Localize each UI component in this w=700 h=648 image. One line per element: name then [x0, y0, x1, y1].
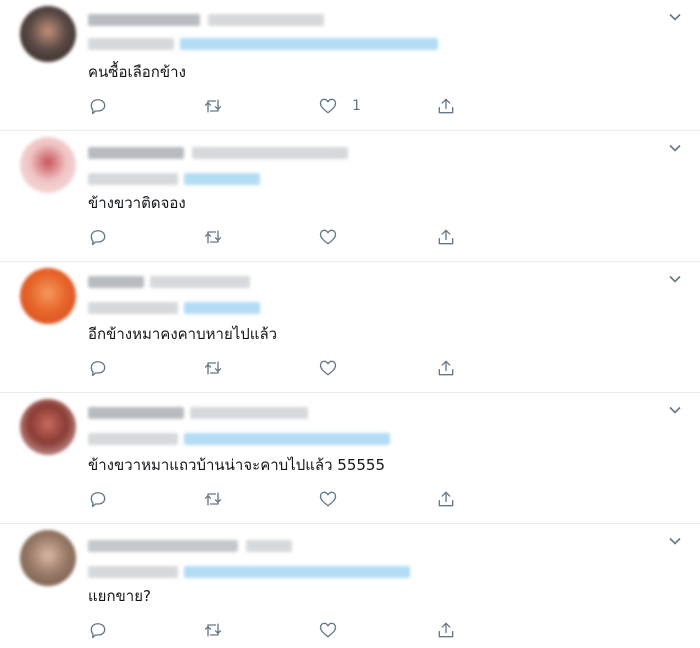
like-button[interactable] — [318, 226, 352, 248]
chevron-down-icon[interactable] — [668, 534, 682, 548]
retweet-icon — [204, 492, 222, 506]
blurred-display-name — [88, 540, 238, 552]
retweet-icon — [204, 623, 222, 637]
share-button[interactable] — [436, 619, 456, 641]
blurred-handle — [150, 276, 250, 288]
avatar[interactable] — [20, 399, 76, 455]
chevron-down-icon[interactable] — [668, 403, 682, 417]
blurred-replying-to — [88, 566, 178, 578]
blurred-replying-to-link — [184, 433, 390, 445]
blurred-handle — [246, 540, 292, 552]
retweet-icon — [204, 230, 222, 244]
chevron-down-icon[interactable] — [668, 141, 682, 155]
blurred-display-name — [88, 276, 144, 288]
tweet-text: แยกขาย? — [88, 587, 151, 605]
chevron-down-icon[interactable] — [668, 272, 682, 286]
reply-button[interactable] — [88, 488, 108, 510]
tweet-text: อีกข้างหมาคงคาบหายไปแล้ว — [88, 325, 278, 343]
share-button[interactable] — [436, 488, 456, 510]
blurred-display-name — [88, 407, 184, 419]
like-icon — [319, 229, 337, 245]
blurred-replying-to-link — [184, 173, 260, 185]
share-icon — [438, 98, 454, 114]
blurred-handle — [192, 147, 348, 159]
chevron-down-icon[interactable] — [668, 10, 682, 24]
reply-icon — [90, 361, 106, 377]
blurred-replying-to-link — [180, 38, 438, 50]
avatar[interactable] — [20, 268, 76, 324]
reply-icon — [90, 99, 106, 115]
like-icon — [319, 98, 337, 114]
blurred-replying-to — [88, 173, 178, 185]
reply-icon — [90, 623, 106, 639]
retweet-button[interactable] — [203, 95, 223, 117]
reply-icon — [90, 230, 106, 246]
share-icon — [438, 622, 454, 638]
like-button[interactable] — [318, 488, 352, 510]
tweet-item[interactable]: อีกข้างหมาคงคาบหายไปแล้ว — [0, 262, 700, 393]
share-button[interactable] — [436, 357, 456, 379]
tweet-text: คนซื้อเลือกข้าง — [88, 63, 186, 81]
retweet-icon — [204, 361, 222, 375]
tweet-actions — [88, 357, 468, 379]
blurred-handle — [190, 407, 308, 419]
tweet-item[interactable]: คนซื้อเลือกข้าง 1 — [0, 0, 700, 131]
share-button[interactable] — [436, 226, 456, 248]
retweet-button[interactable] — [203, 226, 223, 248]
reply-button[interactable] — [88, 226, 108, 248]
tweet-actions — [88, 488, 468, 510]
tweet-actions — [88, 226, 468, 248]
blurred-replying-to — [88, 302, 178, 314]
like-icon — [319, 360, 337, 376]
blurred-display-name — [88, 14, 200, 26]
share-icon — [438, 491, 454, 507]
retweet-button[interactable] — [203, 488, 223, 510]
tweet-text: ข้างขวาหมาแถวบ้านน่าจะคาบไปแล้ว 55555 — [88, 456, 386, 474]
blurred-replying-to — [88, 433, 178, 445]
reply-button[interactable] — [88, 95, 108, 117]
retweet-button[interactable] — [203, 619, 223, 641]
tweet-item[interactable]: ข้างขวาติดจอง — [0, 131, 700, 262]
blurred-replying-to — [88, 38, 174, 50]
like-icon — [319, 491, 337, 507]
share-icon — [438, 229, 454, 245]
reply-button[interactable] — [88, 619, 108, 641]
avatar[interactable] — [20, 137, 76, 193]
like-icon — [319, 622, 337, 638]
avatar[interactable] — [20, 530, 76, 586]
blurred-handle — [208, 14, 324, 26]
blurred-display-name — [88, 147, 184, 159]
avatar[interactable] — [20, 6, 76, 62]
retweet-button[interactable] — [203, 357, 223, 379]
share-button[interactable] — [436, 95, 456, 117]
like-button[interactable] — [318, 357, 352, 379]
like-count: 1 — [352, 98, 361, 114]
share-icon — [438, 360, 454, 376]
tweet-text: ข้างขวาติดจอง — [88, 194, 186, 212]
tweet-actions — [88, 619, 468, 641]
blurred-replying-to-link — [184, 566, 410, 578]
like-button[interactable] — [318, 619, 352, 641]
blurred-replying-to-link — [184, 302, 260, 314]
tweet-actions: 1 — [88, 95, 468, 117]
tweet-item[interactable]: แยกขาย? — [0, 524, 700, 648]
reply-button[interactable] — [88, 357, 108, 379]
tweet-item[interactable]: ข้างขวาหมาแถวบ้านน่าจะคาบไปแล้ว 55555 — [0, 393, 700, 524]
reply-icon — [90, 492, 106, 508]
like-button[interactable]: 1 — [318, 95, 361, 117]
retweet-icon — [204, 99, 222, 113]
